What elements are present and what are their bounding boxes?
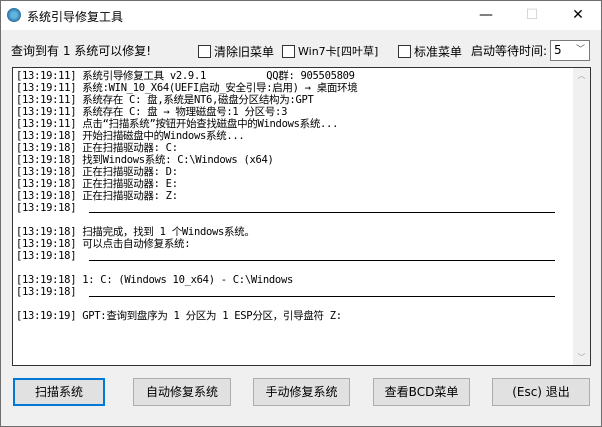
- minimize-button[interactable]: —: [463, 1, 509, 30]
- separator-rule: [89, 296, 555, 297]
- scan-system-button[interactable]: 扫描系统: [13, 378, 105, 406]
- log-line: [13:19:18] 找到Windows系统: C:\Windows (x64): [16, 154, 274, 166]
- status-text: 查询到有 1 系统可以修复!: [11, 44, 152, 58]
- log-line: [13:19:11] 系统存在 C: 盘,系统是NT6,磁盘分区结构为:GPT: [16, 94, 314, 106]
- wait-time-select[interactable]: 5 ﹀: [550, 40, 590, 61]
- view-bcd-menu-button[interactable]: 查看BCD菜单: [373, 378, 470, 406]
- select-value: 5: [554, 43, 562, 57]
- log-listbox[interactable]: [13:19:11] 系统引导修复工具 v2.9.1 QQ群: 90550580…: [12, 67, 591, 366]
- log-lines: [13:19:11] 系统引导修复工具 v2.9.1 QQ群: 90550580…: [16, 70, 555, 322]
- log-line: [13:19:11] 系统存在 C: 盘 → 物理磁盘号:1 分区号:3: [16, 106, 288, 118]
- window-title: 系统引导修复工具: [27, 10, 124, 24]
- checkbox-label: Win7卡[四叶草]: [298, 45, 379, 58]
- log-line: [13:19:18] 正在扫描驱动器: C:: [16, 142, 178, 154]
- log-line: [13:19:18] 扫描完成，找到 1 个Windows系统。: [16, 226, 255, 238]
- app-icon: [7, 8, 21, 22]
- log-line: [13:19:18] 1: C: (Windows 10_x64) - C:\W…: [16, 274, 293, 286]
- checkbox-label: 标准菜单: [414, 44, 463, 59]
- maximize-button[interactable]: ☐: [509, 1, 555, 30]
- close-button[interactable]: ✕: [555, 1, 601, 30]
- separator-rule: [89, 212, 555, 213]
- log-line: [13:19:19] GPT:查询到盘序为 1 分区为 1 ESP分区，引导盘符…: [16, 310, 342, 322]
- standard-menu-checkbox[interactable]: 标准菜单: [398, 43, 462, 59]
- checkbox-box[interactable]: [198, 44, 211, 58]
- checkbox-box[interactable]: [398, 44, 411, 58]
- log-line: [13:19:11] 系统引导修复工具 v2.9.1 QQ群: 90550580…: [16, 70, 355, 82]
- log-separator-line: [13:19:18]: [16, 250, 555, 262]
- manual-repair-button[interactable]: 手动修复系统: [253, 378, 350, 406]
- log-line: [13:19:18] 可以点击自动修复系统:: [16, 238, 191, 250]
- wait-time-label: 启动等待时间:: [471, 44, 548, 58]
- win7-clover-checkbox[interactable]: Win7卡[四叶草]: [282, 43, 378, 59]
- scrollbar[interactable]: ︿ ﹀: [573, 68, 590, 365]
- log-separator-line: [13:19:18]: [16, 202, 555, 214]
- title-bar: 系统引导修复工具 — ☐ ✕: [1, 1, 601, 30]
- log-line: [13:19:18] 开始扫描磁盘中的Windows系统...: [16, 130, 245, 142]
- log-line: [13:19:18] 正在扫描驱动器: Z:: [16, 190, 178, 202]
- scroll-up-icon[interactable]: ︿: [573, 70, 590, 81]
- log-line: [13:19:18] 正在扫描驱动器: D:: [16, 166, 178, 178]
- checkbox-label: 清除旧菜单: [214, 44, 275, 59]
- separator-rule: [89, 260, 555, 261]
- log-line: [13:19:11] 点击“扫描系统”按钮开始查找磁盘中的Windows系统..…: [16, 118, 339, 130]
- chevron-down-icon: ﹀: [575, 45, 585, 55]
- auto-repair-button[interactable]: 自动修复系统: [133, 378, 231, 406]
- clear-old-menu-checkbox[interactable]: 清除旧菜单: [198, 43, 274, 59]
- log-line: [13:19:11] 系统:WIN_10_X64(UEFI启动_安全引导:启用)…: [16, 82, 358, 94]
- exit-button[interactable]: (Esc) 退出: [492, 378, 590, 406]
- scroll-down-icon[interactable]: ﹀: [573, 352, 590, 363]
- log-line: [13:19:18] 正在扫描驱动器: E:: [16, 178, 178, 190]
- log-separator-line: [13:19:18]: [16, 286, 555, 298]
- checkbox-box[interactable]: [282, 44, 295, 58]
